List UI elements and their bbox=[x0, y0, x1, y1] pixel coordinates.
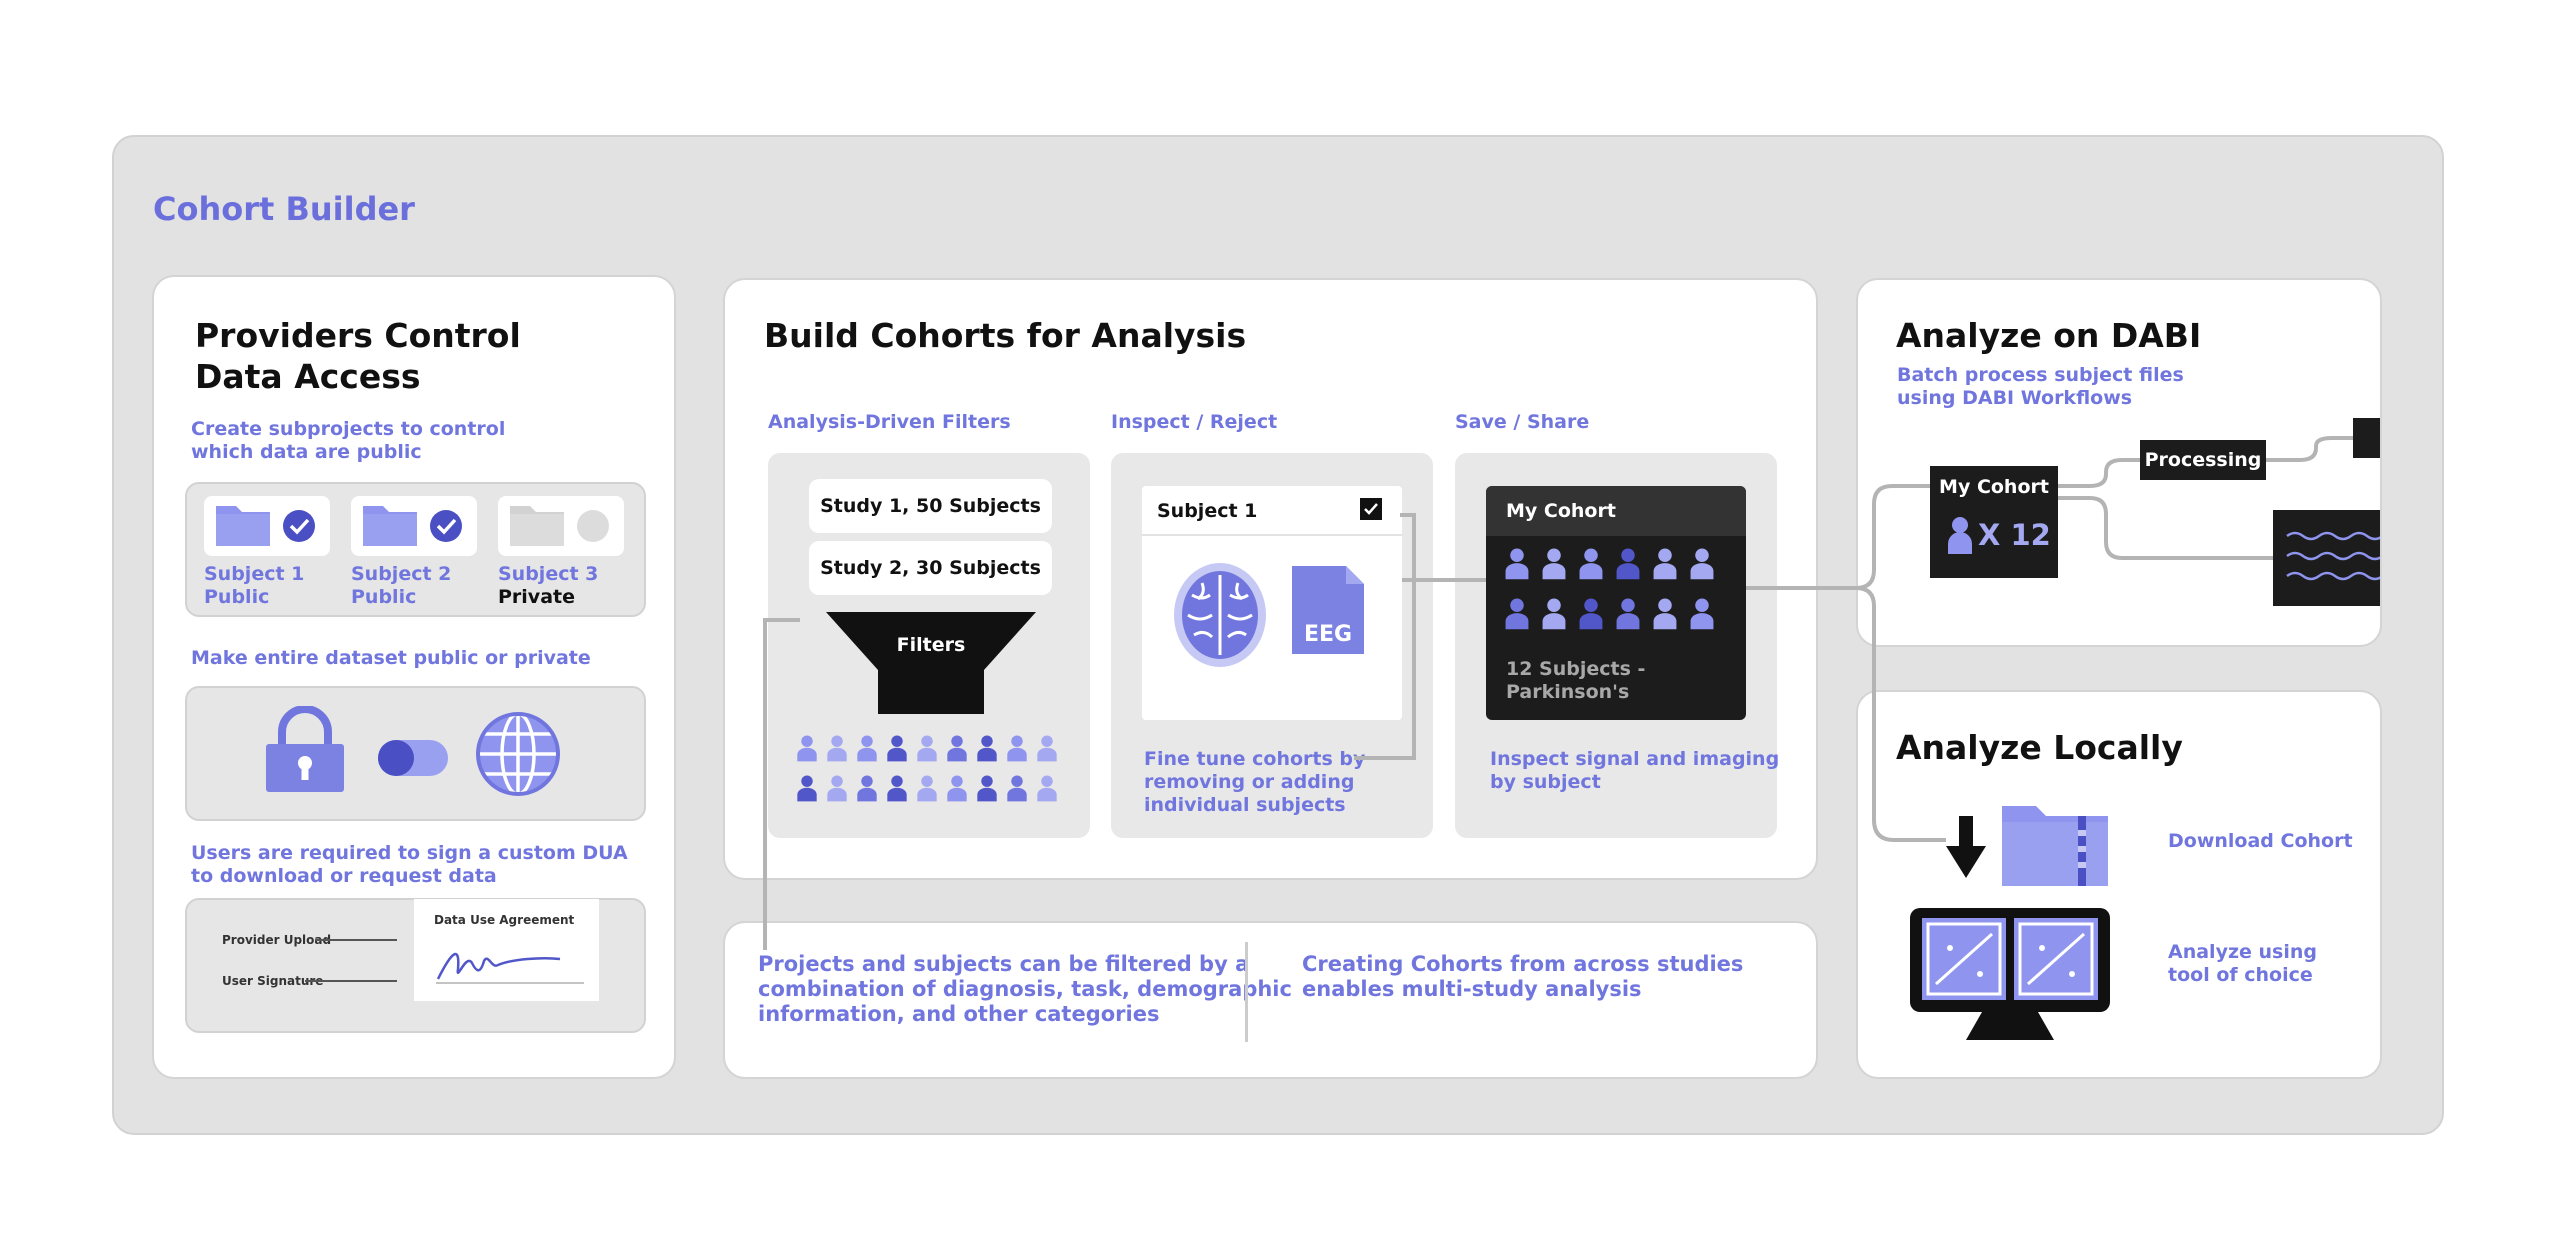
processing-out-connector bbox=[2266, 436, 2353, 462]
inspect-connector bbox=[1354, 513, 1416, 760]
filter-connector bbox=[763, 618, 800, 950]
connector-lines bbox=[763, 436, 2353, 950]
to-processing-connector bbox=[2058, 458, 2140, 488]
to-signal-connector bbox=[2058, 496, 2273, 560]
to-dabi-connector bbox=[1855, 484, 1930, 590]
to-local-connector bbox=[1855, 586, 1946, 842]
